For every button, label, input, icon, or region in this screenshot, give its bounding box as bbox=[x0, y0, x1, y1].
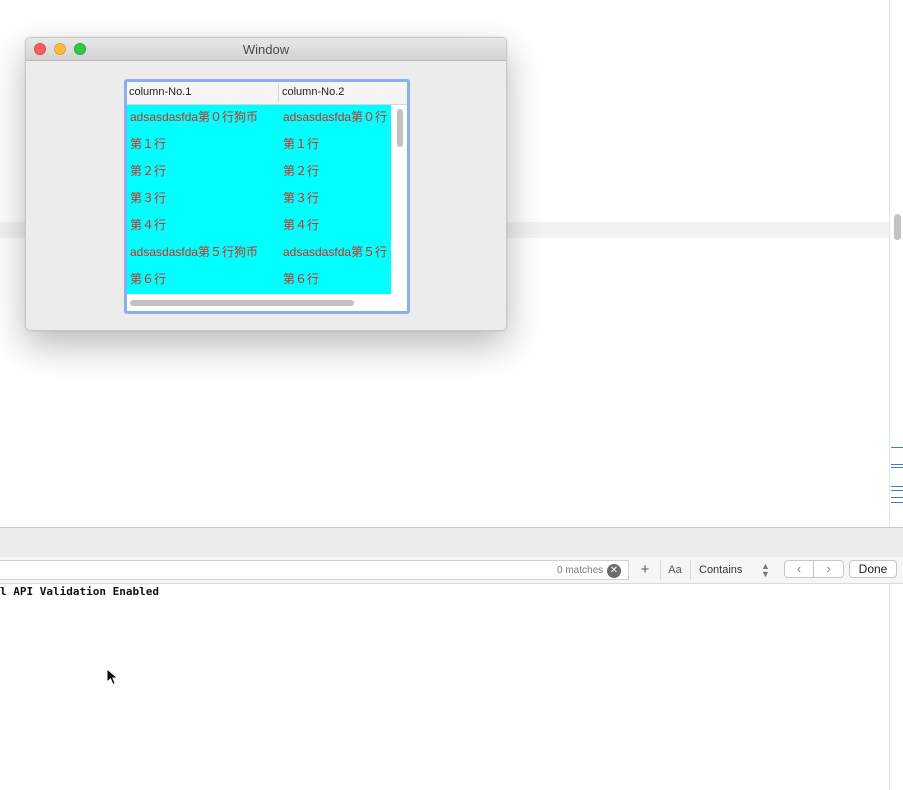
column-divider[interactable] bbox=[278, 84, 279, 102]
column-header-2[interactable]: column-No.2 bbox=[282, 86, 344, 98]
horizontal-scroll-thumb[interactable] bbox=[130, 300, 354, 306]
table-cell: 第４行 bbox=[283, 218, 320, 232]
console-output[interactable]: l API Validation Enabled bbox=[0, 584, 889, 790]
find-bar: 0 matches ✕ + Aa Contains ▲ ▼ ‹ › Done bbox=[0, 557, 903, 584]
table-view[interactable]: column-No.1 column-No.2 adsasdasfda第０行狗币… bbox=[124, 79, 410, 314]
minimap-line bbox=[891, 490, 903, 491]
table-cell: 第６行 bbox=[130, 272, 167, 286]
table-cell: 第３行 bbox=[130, 191, 167, 205]
column-header-1[interactable]: column-No.1 bbox=[129, 86, 191, 98]
editor-scrollbar-thumb[interactable] bbox=[894, 214, 901, 240]
debug-bar bbox=[0, 527, 903, 558]
minimap-line bbox=[891, 502, 903, 503]
table-cell: 第１行 bbox=[130, 137, 167, 151]
table-row[interactable]: 第３行 第３行 bbox=[127, 186, 391, 213]
table-cell: 第２行 bbox=[130, 164, 167, 178]
table-row[interactable]: 第２行 第２行 bbox=[127, 159, 391, 186]
table-cell: 第３行 bbox=[283, 191, 320, 205]
table-row[interactable]: adsasdasfda第５行狗币 adsasdasfda第５行 bbox=[127, 240, 391, 267]
minimap-line bbox=[891, 447, 903, 448]
add-pattern-button[interactable]: + bbox=[636, 560, 654, 580]
table-cell: adsasdasfda第５行狗币 bbox=[130, 245, 259, 259]
vertical-scrollbar[interactable] bbox=[391, 105, 407, 295]
match-mode-label: Contains bbox=[699, 564, 743, 576]
horizontal-scrollbar[interactable] bbox=[127, 294, 391, 311]
minimap-line bbox=[891, 497, 903, 498]
console-line: l API Validation Enabled bbox=[0, 585, 159, 598]
table-cell: 第１行 bbox=[283, 137, 320, 151]
window-title: Window bbox=[242, 42, 290, 57]
search-input[interactable]: 0 matches ✕ bbox=[0, 560, 629, 580]
table-cell: adsasdasfda第５行 bbox=[283, 245, 388, 259]
minimap-line bbox=[891, 464, 903, 465]
match-mode-select[interactable]: Contains ▲ ▼ bbox=[690, 560, 778, 580]
table-cell: 第４行 bbox=[130, 218, 167, 232]
minimap-line bbox=[891, 486, 903, 487]
minimap-line bbox=[891, 467, 903, 468]
done-button[interactable]: Done bbox=[849, 560, 897, 578]
table-row[interactable]: adsasdasfda第０行狗币 adsasdasfda第０行 bbox=[127, 105, 391, 132]
table-cell: adsasdasfda第０行狗币 bbox=[130, 110, 259, 124]
table-row[interactable]: 第４行 第４行 bbox=[127, 213, 391, 240]
table-cell: 第２行 bbox=[283, 164, 320, 178]
table-cell: adsasdasfda第０行 bbox=[283, 110, 388, 124]
table-row[interactable]: 第６行 第６行 bbox=[127, 267, 391, 294]
table-header: column-No.1 column-No.2 bbox=[127, 82, 407, 105]
clear-search-icon[interactable]: ✕ bbox=[607, 564, 621, 578]
table-row[interactable]: 第１行 第１行 bbox=[127, 132, 391, 159]
table-cell: 第６行 bbox=[283, 272, 320, 286]
minimap[interactable] bbox=[889, 0, 903, 790]
chevron-up-down-icon: ▲ ▼ bbox=[761, 561, 770, 579]
previous-match-button[interactable]: ‹ bbox=[784, 560, 814, 578]
match-count: 0 matches bbox=[557, 565, 604, 576]
vertical-scroll-thumb[interactable] bbox=[397, 109, 403, 147]
table-body: adsasdasfda第０行狗币 adsasdasfda第０行 第１行 第１行 … bbox=[127, 105, 391, 294]
match-case-button[interactable]: Aa bbox=[660, 560, 689, 580]
title-bar[interactable]: Window bbox=[26, 38, 506, 61]
next-match-button[interactable]: › bbox=[814, 560, 844, 578]
mouse-pointer-icon bbox=[106, 668, 119, 686]
app-window: Window column-No.1 column-No.2 adsasdasf… bbox=[25, 37, 507, 331]
